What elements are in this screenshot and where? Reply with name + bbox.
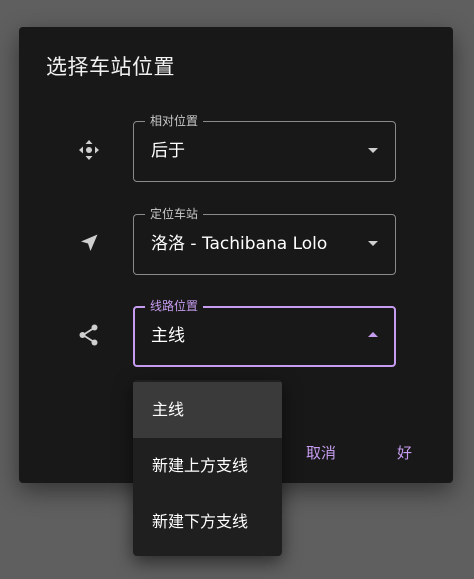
cancel-button[interactable]: 取消: [306, 443, 336, 463]
share-icon: [75, 321, 103, 349]
menu-item-new-lower-branch[interactable]: 新建下方支线: [133, 494, 282, 550]
dialog-title: 选择车站位置: [46, 55, 175, 79]
chevron-down-icon: [368, 148, 378, 153]
move-icon: [75, 136, 103, 164]
navigation-icon: [75, 229, 103, 257]
menu-item-new-upper-branch[interactable]: 新建上方支线: [133, 438, 282, 494]
ok-button[interactable]: 好: [397, 443, 412, 463]
relative-position-value: 后于: [151, 141, 185, 161]
line-position-select[interactable]: 线路位置 主线: [133, 298, 396, 367]
menu-item-main-line[interactable]: 主线: [133, 382, 282, 438]
anchor-station-value: 洛洛 - Tachibana Lolo: [151, 234, 328, 254]
chevron-up-icon: [368, 332, 378, 337]
chevron-down-icon: [368, 241, 378, 246]
line-position-menu: 主线 新建上方支线 新建下方支线: [133, 380, 282, 556]
anchor-station-select[interactable]: 定位车站 洛洛 - Tachibana Lolo: [133, 206, 396, 275]
line-position-value: 主线: [151, 326, 185, 346]
relative-position-select[interactable]: 相对位置 后于: [133, 113, 396, 182]
